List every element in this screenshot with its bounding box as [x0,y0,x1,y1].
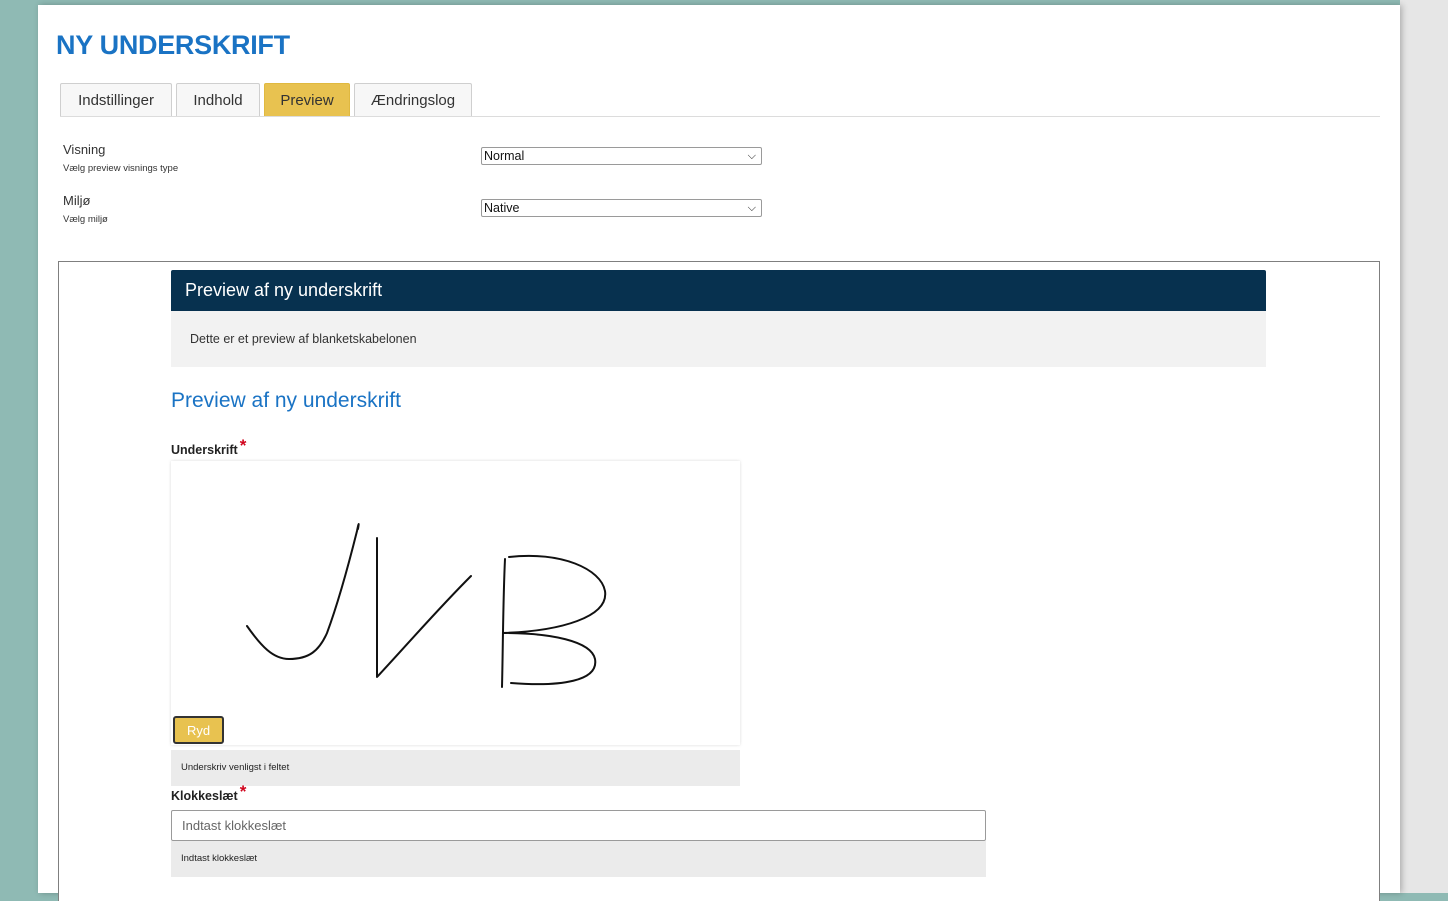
page-title: NY UNDERSKRIFT [56,30,290,60]
signature-stroke-j [246,523,360,660]
tab-bar: Indstillinger Indhold Preview Ændringslo… [60,82,1380,117]
miljo-select-value: Native [484,201,520,215]
preview-frame: Preview af ny underskrift Dette er et pr… [58,261,1380,901]
signature-stroke-b-bowls [502,554,607,686]
time-label-text: Klokkeslæt [171,789,238,803]
signature-pad[interactable]: Ryd [171,461,740,745]
visning-select[interactable]: Normal ⌵ [481,147,762,165]
preview-header: Preview af ny underskrift [171,270,1266,311]
chevron-down-icon: ⌵ [747,150,756,162]
time-hint: Indtast klokkeslæt [171,841,986,877]
tab-aendringslog[interactable]: Ændringslog [354,83,472,116]
tab-indstillinger[interactable]: Indstillinger [60,83,172,116]
visning-label: Visning [63,142,106,157]
time-label: Klokkeslæt * [171,782,247,805]
preview-note: Dette er et preview af blanketskabelonen [171,311,1266,367]
signature-stroke-v [376,537,472,678]
time-input[interactable] [171,810,986,841]
chevron-down-icon: ⌵ [747,202,756,214]
miljo-select[interactable]: Native ⌵ [481,199,762,217]
required-marker: * [239,782,247,801]
signature-label: Underskrift * [171,436,247,459]
visning-help: Vælg preview visnings type [63,163,179,174]
signature-label-text: Underskrift [171,443,238,457]
miljo-help: Vælg miljø [63,214,108,225]
preview-heading: Preview af ny underskrift [171,389,401,412]
miljo-label: Miljø [63,193,91,208]
clear-signature-button[interactable]: Ryd [173,716,224,744]
tab-preview[interactable]: Preview [264,83,350,116]
required-marker: * [239,436,247,455]
signature-drawing [246,523,607,688]
window-gutter [1400,0,1448,893]
tab-indhold[interactable]: Indhold [176,83,260,116]
signature-stroke-b-stem [501,558,506,688]
signature-hint: Underskriv venligst i feltet [171,750,740,786]
editor-card: NY UNDERSKRIFT Indstillinger Indhold Pre… [38,5,1400,901]
visning-select-value: Normal [484,149,525,163]
